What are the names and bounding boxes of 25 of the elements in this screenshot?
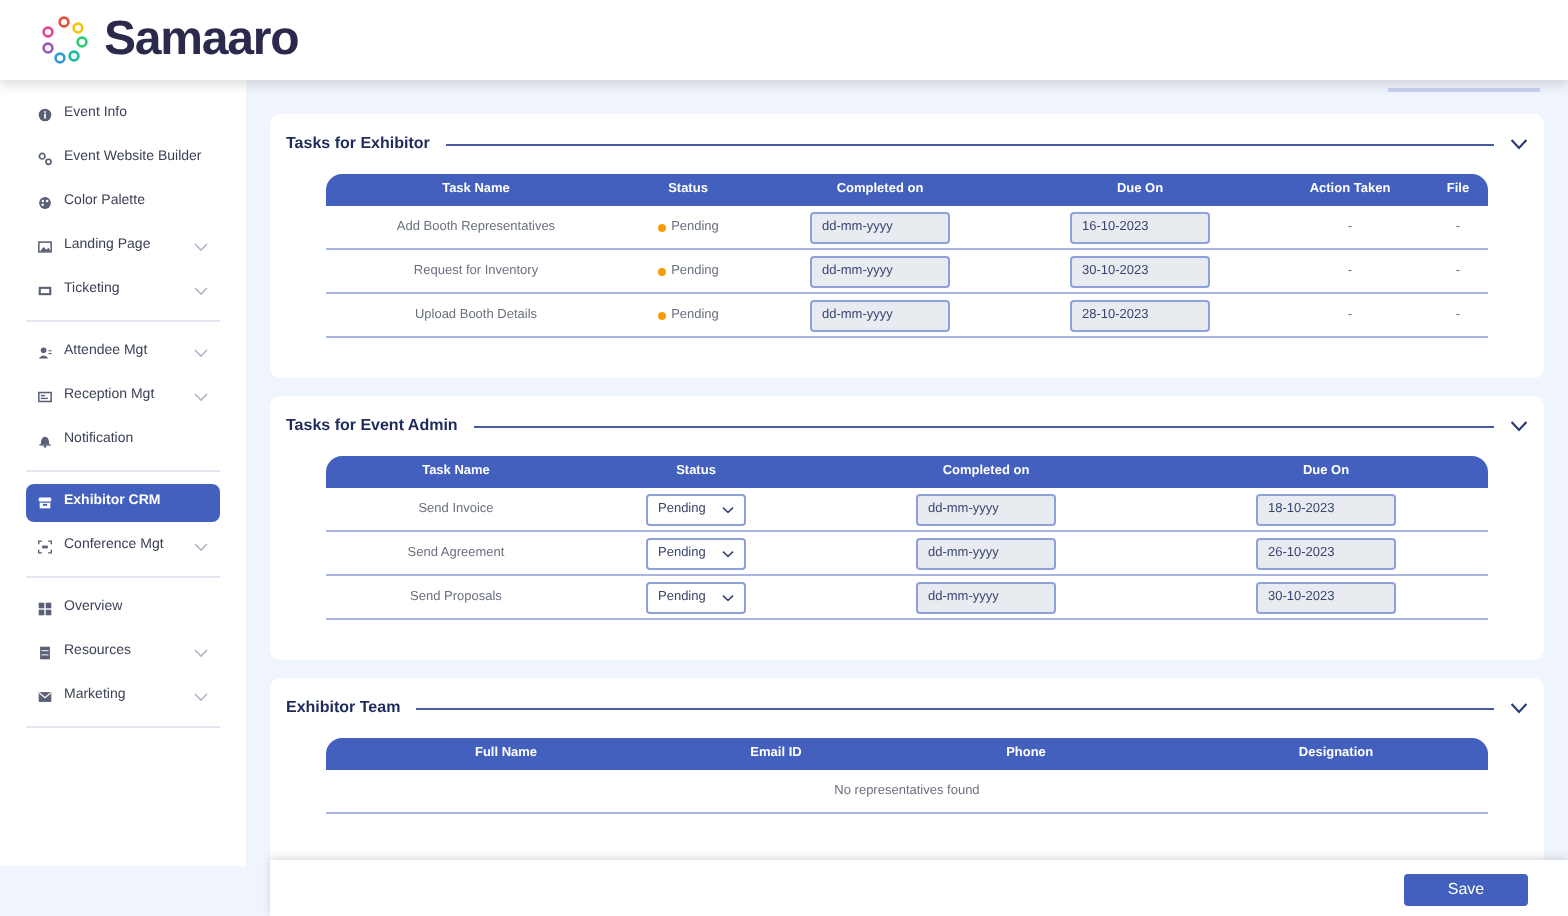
image-icon bbox=[38, 239, 52, 253]
caret-icon bbox=[722, 549, 734, 557]
section-title: Tasks for Event Admin bbox=[286, 414, 458, 438]
grid-icon bbox=[38, 601, 52, 615]
gears-icon bbox=[38, 151, 52, 165]
caret-icon bbox=[722, 505, 734, 513]
save-button[interactable]: Save bbox=[1404, 874, 1528, 906]
caret-icon bbox=[722, 593, 734, 601]
id-card-icon bbox=[38, 389, 52, 403]
scan-icon bbox=[38, 539, 52, 553]
bell-icon bbox=[38, 433, 52, 447]
envelope-icon bbox=[38, 689, 52, 703]
chevron-icon[interactable] bbox=[1510, 138, 1528, 150]
palette-icon bbox=[38, 195, 52, 209]
section-title: Tasks for Exhibitor bbox=[286, 132, 430, 156]
brand-name: Samaaro bbox=[104, 10, 299, 70]
person-icon bbox=[38, 345, 52, 359]
ticket-icon bbox=[38, 283, 52, 297]
chevron-icon[interactable] bbox=[1510, 420, 1528, 432]
info-icon bbox=[38, 107, 52, 121]
logo-icon bbox=[40, 16, 88, 64]
store-icon bbox=[38, 495, 52, 509]
chevron-icon[interactable] bbox=[1510, 702, 1528, 714]
section-title: Exhibitor Team bbox=[286, 696, 401, 720]
cabinet-icon bbox=[38, 645, 52, 659]
